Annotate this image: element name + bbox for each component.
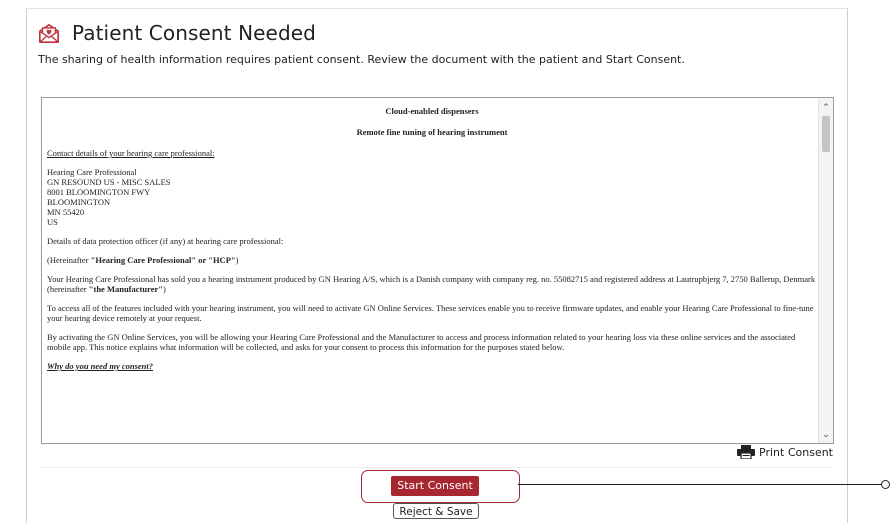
- doc-heading-1: Cloud-enabled dispensers: [385, 106, 479, 116]
- consent-panel: Patient Consent Needed The sharing of he…: [26, 8, 848, 523]
- consent-document: Cloud-enabled dispensers Remote fine tun…: [47, 106, 817, 380]
- address-line: US: [47, 217, 58, 227]
- reject-and-save-button[interactable]: Reject & Save: [393, 503, 479, 519]
- print-consent-label[interactable]: Print Consent: [759, 446, 833, 459]
- callout-dot: [881, 480, 890, 489]
- para1-suffix: ): [162, 284, 166, 294]
- divider: [41, 467, 832, 468]
- envelope-heart-icon: [39, 23, 59, 43]
- para1-bold: "the Manufacturer": [88, 284, 163, 294]
- doc-heading-2: Remote fine tuning of hearing instrument: [356, 127, 508, 137]
- consent-document-viewer[interactable]: Cloud-enabled dispensers Remote fine tun…: [41, 97, 834, 444]
- doc-paragraph-1: Your Hearing Care Professional has sold …: [47, 274, 817, 294]
- scroll-up-icon[interactable]: ⌃: [819, 100, 833, 114]
- hereinafter-prefix: (Hereinafter: [47, 255, 91, 265]
- address-line: MN 55420: [47, 207, 85, 217]
- start-consent-button[interactable]: Start Consent: [391, 476, 479, 496]
- doc-paragraph-4: Why do you need my consent?: [47, 361, 817, 371]
- scroll-thumb[interactable]: [822, 116, 830, 152]
- title-row: Patient Consent Needed: [38, 21, 316, 45]
- doc-contact-heading: Contact details of your hearing care pro…: [47, 148, 215, 158]
- callout-line: [518, 484, 884, 485]
- page-title: Patient Consent Needed: [72, 21, 316, 45]
- doc-paragraph-2: To access all of the features included w…: [47, 303, 814, 323]
- print-consent-link[interactable]: Print Consent: [737, 445, 833, 459]
- doc-paragraph-3: By activating the GN Online Services, yo…: [47, 332, 796, 352]
- para4-heading: Why do you need my consent?: [47, 361, 154, 371]
- scroll-down-icon[interactable]: ⌄: [819, 427, 833, 441]
- address-line: Hearing Care Professional: [47, 167, 137, 177]
- doc-dpo: Details of data protection officer (if a…: [47, 236, 284, 246]
- printer-icon: [737, 445, 756, 459]
- document-scrollbar[interactable]: ⌃ ⌄: [818, 98, 833, 443]
- doc-address: Hearing Care Professional GN RESOUND US …: [47, 167, 817, 227]
- address-line: BLOOMINGTON: [47, 197, 111, 207]
- hereinafter-bold: "Hearing Care Professional" or "HCP": [90, 255, 236, 265]
- page-subtitle: The sharing of health information requir…: [38, 53, 685, 66]
- address-line: GN RESOUND US - MISC SALES: [47, 177, 171, 187]
- doc-hereinafter: (Hereinafter "Hearing Care Professional"…: [47, 255, 817, 265]
- hereinafter-suffix: ): [235, 255, 239, 265]
- address-line: 8001 BLOOMINGTON FWY: [47, 187, 151, 197]
